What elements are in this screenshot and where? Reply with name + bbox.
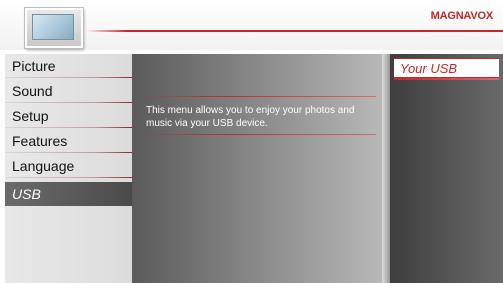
menu-separator <box>5 77 132 78</box>
menu-separator <box>5 127 132 128</box>
panel-divider <box>382 54 390 283</box>
menu-item-label: Features <box>12 133 68 149</box>
menu-item-label: Language <box>12 158 75 174</box>
menu-item-sound[interactable]: Sound <box>5 79 132 103</box>
main-menu: Picture Sound Setup Features Language US… <box>5 54 132 283</box>
submenu-item-your-usb[interactable]: Your USB <box>394 58 499 80</box>
submenu-panel: Your USB <box>390 54 503 283</box>
menu-item-picture[interactable]: Picture <box>5 54 132 78</box>
description-top-line <box>138 96 376 97</box>
menu-separator <box>5 177 132 178</box>
menu-item-label: USB <box>12 186 41 202</box>
menu-item-features[interactable]: Features <box>5 129 132 153</box>
menu-item-label: Setup <box>12 108 49 124</box>
header-bar: MAGNAVOX <box>0 0 503 50</box>
description-bottom-line <box>138 134 376 135</box>
menu-item-usb[interactable]: USB <box>5 182 132 206</box>
menu-separator <box>5 152 132 153</box>
submenu-item-label: Your USB <box>400 61 458 76</box>
tv-menu-screen: MAGNAVOX Picture Sound Setup Features La… <box>0 0 503 283</box>
menu-separator <box>5 102 132 103</box>
menu-item-label: Sound <box>12 83 53 99</box>
submenu-underline <box>394 78 499 80</box>
menu-item-label: Picture <box>12 58 56 74</box>
menu-item-language[interactable]: Language <box>5 154 132 178</box>
header-divider-line <box>86 30 503 32</box>
tv-icon <box>25 8 83 48</box>
menu-description: This menu allows you to enjoy your photo… <box>146 105 355 129</box>
description-panel: This menu allows you to enjoy your photo… <box>132 54 382 283</box>
tv-screen-graphic <box>32 14 74 40</box>
brand-logo: MAGNAVOX <box>430 10 494 22</box>
menu-item-setup[interactable]: Setup <box>5 104 132 128</box>
